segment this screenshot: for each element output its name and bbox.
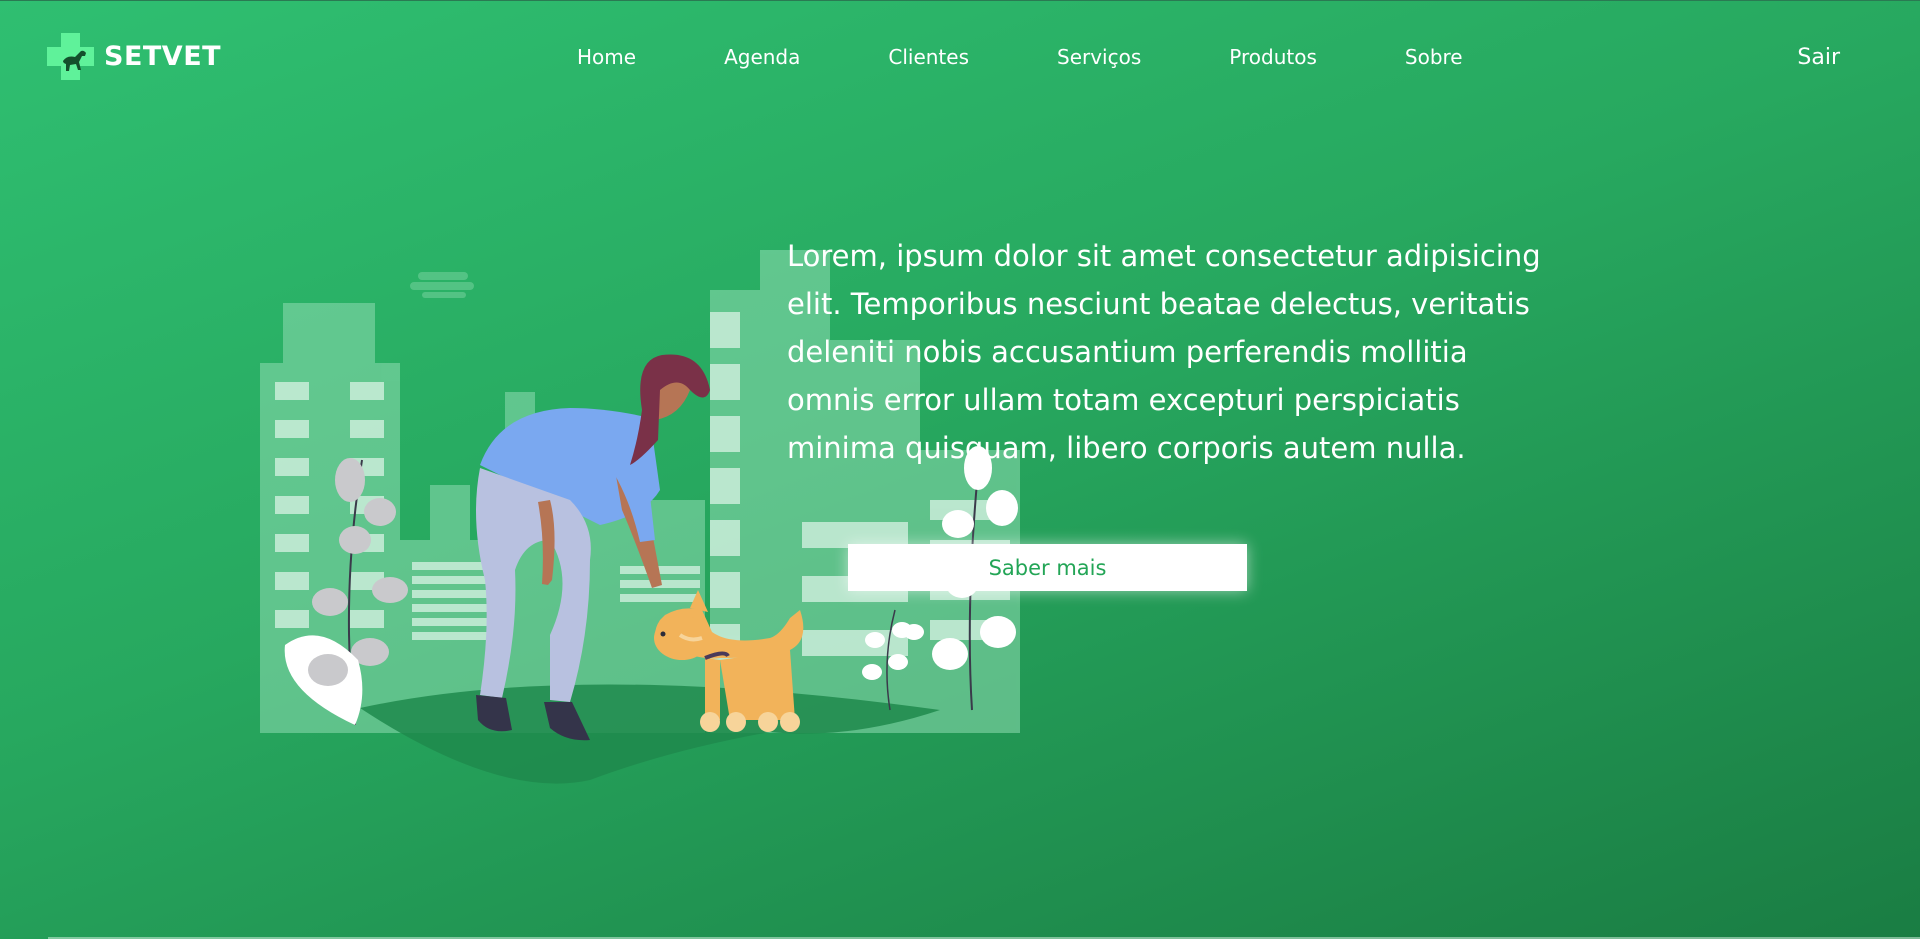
hero-description: Lorem, ipsum dolor sit amet consectetur …	[787, 239, 1541, 465]
cross-dog-icon	[47, 33, 94, 80]
nav-item-agenda[interactable]: Agenda	[724, 45, 800, 69]
logout-link[interactable]: Sair	[1797, 45, 1840, 70]
nav-item-produtos[interactable]: Produtos	[1229, 45, 1317, 69]
navbar: SETVET Home Agenda Clientes Serviços Pro…	[0, 0, 1920, 118]
saber-mais-button[interactable]: Saber mais	[848, 544, 1247, 591]
brand-logo[interactable]: SETVET	[47, 33, 221, 80]
brand-name: SETVET	[104, 41, 222, 72]
nav-item-clientes[interactable]: Clientes	[888, 45, 969, 69]
nav-item-sobre[interactable]: Sobre	[1405, 45, 1463, 69]
nav-item-home[interactable]: Home	[577, 45, 636, 69]
main-nav: Home Agenda Clientes Serviços Produtos S…	[577, 45, 1463, 69]
nav-item-servicos[interactable]: Serviços	[1057, 45, 1141, 69]
